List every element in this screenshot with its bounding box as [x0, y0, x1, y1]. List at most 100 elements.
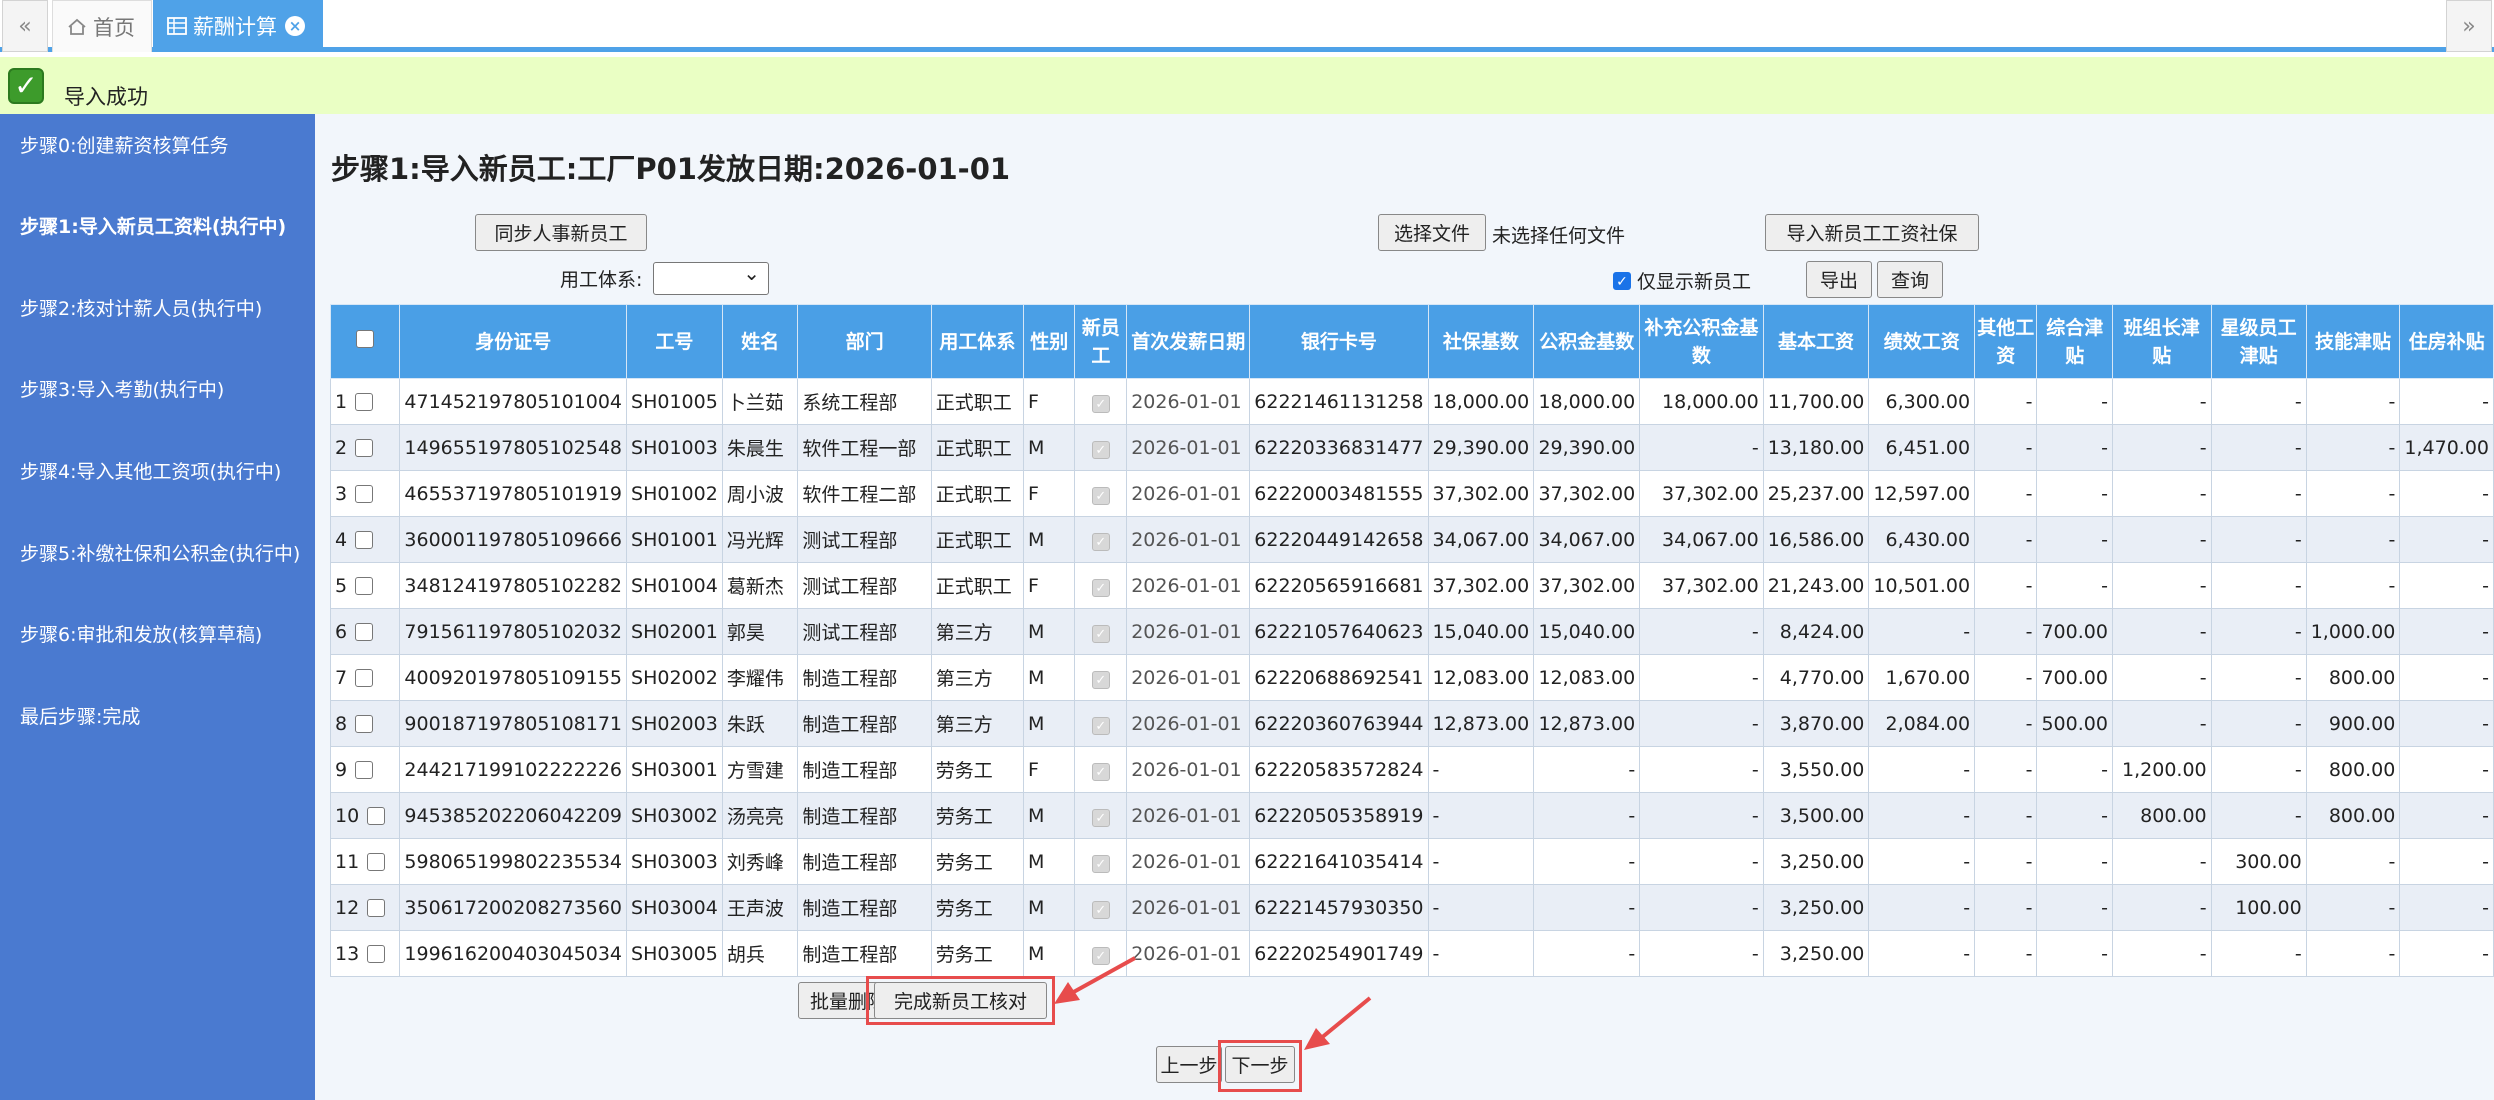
row-checkbox[interactable]	[355, 623, 374, 641]
sidebar-step-final[interactable]: 最后步骤:完成	[20, 703, 305, 731]
table-cell: 700.00	[2036, 608, 2113, 655]
table-row[interactable]: 4 360001197805109666 SH01001 冯光辉 测试工程部 正式职工 M ✓…	[329, 516, 2494, 563]
table-cell: 62221641035414	[1249, 838, 1429, 885]
table-cell: 测试工程部	[797, 516, 932, 563]
table-row[interactable]: 8 900187197805108171 SH02003 朱跃 制造工程部 第三方 M ✓ 20…	[329, 700, 2494, 747]
row-select-cell[interactable]: 2	[329, 424, 401, 471]
table-cell: -	[1974, 838, 2038, 885]
tab-salary-calc[interactable]: 薪酬计算 ×	[153, 0, 323, 52]
table-row[interactable]: 1 471452197805101004 SH01005 卜兰茹 系统工程部 正式职工 F ✓…	[329, 378, 2494, 425]
row-checkbox[interactable]	[355, 669, 374, 687]
row-checkbox[interactable]	[355, 439, 374, 457]
table-cell: 2026-01-01	[1126, 792, 1251, 839]
table-cell: -	[1974, 792, 2038, 839]
row-number: 7	[335, 666, 348, 689]
export-button[interactable]: 导出	[1806, 261, 1872, 298]
table-cell: 汤亮亮	[721, 792, 799, 839]
table-row[interactable]: 3 465537197805101919 SH01002 周小波 软件工程二部 正式职工 F…	[329, 470, 2494, 517]
complete-check-button[interactable]: 完成新员工核对	[874, 982, 1047, 1019]
select-all-checkbox[interactable]	[356, 329, 375, 348]
table-cell: -	[1639, 884, 1764, 931]
row-checkbox[interactable]	[355, 531, 374, 549]
table-cell: SH02002	[626, 654, 723, 701]
table-row[interactable]: 2 149655197805102548 SH01003 朱晨生 软件工程一部 正式职工 M…	[329, 424, 2494, 471]
table-cell: 29,390.00	[1427, 424, 1535, 471]
table-row[interactable]: 11 598065199802235534 SH03003 刘秀峰 制造工程部 劳务工 M ✓…	[329, 838, 2494, 885]
row-checkbox[interactable]	[367, 807, 386, 825]
table-row[interactable]: 5 348124197805102282 SH01004 葛新杰 测试工程部 正式职工 F ✓…	[329, 562, 2494, 609]
table-cell: 3,250.00	[1762, 930, 1870, 977]
row-select-cell[interactable]: 8	[329, 700, 401, 747]
table-icon	[167, 17, 187, 35]
sync-new-employees-button[interactable]: 同步人事新员工	[475, 214, 647, 251]
table-cell: 12,597.00	[1868, 470, 1976, 517]
row-select-cell[interactable]: 6	[329, 608, 401, 655]
row-checkbox[interactable]	[355, 485, 374, 503]
row-select-cell[interactable]: 7	[329, 654, 401, 701]
table-cell: 制造工程部	[797, 654, 932, 701]
scroll-left-icon[interactable]: «	[2, 0, 48, 52]
import-new-employee-salary-button[interactable]: 导入新员工工资社保	[1765, 214, 1979, 251]
table-cell: 18,000.00	[1639, 378, 1764, 425]
tab-home[interactable]: 首页	[52, 0, 152, 52]
table-cell: -	[2399, 930, 2494, 977]
row-select-cell[interactable]: 13	[329, 930, 401, 977]
row-select-cell[interactable]: 9	[329, 746, 401, 793]
employment-type-select[interactable]	[653, 261, 769, 295]
close-icon[interactable]: ×	[285, 16, 305, 36]
table-cell: -	[2111, 930, 2212, 977]
table-cell: 6,430.00	[1868, 516, 1976, 563]
row-select-cell[interactable]: 10	[329, 792, 401, 839]
next-step-button[interactable]: 下一步	[1225, 1046, 1295, 1083]
only-new-checkbox[interactable]: ✓	[1613, 271, 1631, 290]
new-employee-checkbox: ✓	[1091, 900, 1110, 919]
table-cell: 1,200.00	[2111, 746, 2212, 793]
row-checkbox[interactable]	[355, 577, 374, 595]
row-select-cell[interactable]: 1	[329, 378, 401, 425]
row-checkbox[interactable]	[355, 761, 374, 779]
table-cell: -	[2210, 424, 2307, 471]
table-cell: 卜兰茹	[721, 378, 799, 425]
row-number: 1	[335, 390, 348, 413]
table-header-row: 身份证号 工号 姓名 部门 用工体系 性别 新员工 首次发薪日期 银行卡号 社保…	[329, 304, 2494, 379]
table-row[interactable]: 7 400920197805109155 SH02002 李耀伟 制造工程部 第三方 M ✓ 2…	[329, 654, 2494, 701]
only-new-employees-filter[interactable]: ✓ 仅显示新员工	[1613, 267, 1751, 294]
table-row[interactable]: 10 945385202206042209 SH03002 汤亮亮 制造工程部 劳务工 M ✓…	[329, 792, 2494, 839]
sidebar-step-5[interactable]: 步骤5:补缴社保和公积金(执行中)	[20, 540, 305, 568]
row-checkbox[interactable]	[367, 899, 386, 917]
row-select-cell[interactable]: 3	[329, 470, 401, 517]
row-select-cell[interactable]: 4	[329, 516, 401, 563]
row-checkbox[interactable]	[355, 715, 374, 733]
row-select-cell[interactable]: 11	[329, 838, 401, 885]
select-all-header[interactable]	[329, 304, 401, 379]
table-row[interactable]: 9 244217199102222226 SH03001 方雪建 制造工程部 劳务工 F ✓ 2…	[329, 746, 2494, 793]
table-cell: 3,870.00	[1762, 700, 1870, 747]
table-cell: 第三方	[930, 608, 1024, 655]
table-row[interactable]: 13 199616200403045034 SH03005 胡兵 制造工程部 劳务工 M ✓ 2…	[329, 930, 2494, 977]
prev-step-button[interactable]: 上一步	[1156, 1046, 1222, 1083]
table-row[interactable]: 6 791561197805102032 SH02001 郭昊 测试工程部 第三方 M ✓ 20…	[329, 608, 2494, 655]
sidebar-step-0[interactable]: 步骤0:创建薪资核算任务	[20, 132, 305, 160]
scroll-right-icon[interactable]: »	[2446, 0, 2492, 52]
sidebar-step-4[interactable]: 步骤4:导入其他工资项(执行中)	[20, 458, 305, 486]
row-checkbox[interactable]	[355, 393, 374, 411]
query-button[interactable]: 查询	[1877, 261, 1943, 298]
table-cell: -	[1868, 608, 1976, 655]
sidebar-step-2[interactable]: 步骤2:核对计薪人员(执行中)	[20, 295, 305, 323]
row-checkbox[interactable]	[367, 853, 386, 871]
choose-file-button[interactable]: 选择文件	[1378, 214, 1486, 251]
table-cell: F	[1022, 378, 1076, 425]
row-checkbox[interactable]	[367, 945, 386, 963]
table-cell: -	[1974, 608, 2038, 655]
sidebar-step-1[interactable]: 步骤1:导入新员工资料(执行中)	[20, 213, 305, 241]
table-cell: -	[2210, 746, 2307, 793]
row-select-cell[interactable]: 12	[329, 884, 401, 931]
table-cell: 37,302.00	[1639, 470, 1764, 517]
table-cell: 900.00	[2305, 700, 2401, 747]
sidebar-step-3[interactable]: 步骤3:导入考勤(执行中)	[20, 376, 305, 404]
table-row[interactable]: 12 350617200208273560 SH03004 王声波 制造工程部 劳务工 M ✓…	[329, 884, 2494, 931]
row-select-cell[interactable]: 5	[329, 562, 401, 609]
table-cell: -	[1639, 424, 1764, 471]
sidebar-step-6[interactable]: 步骤6:审批和发放(核算草稿)	[20, 621, 305, 649]
table-cell: -	[2399, 792, 2494, 839]
